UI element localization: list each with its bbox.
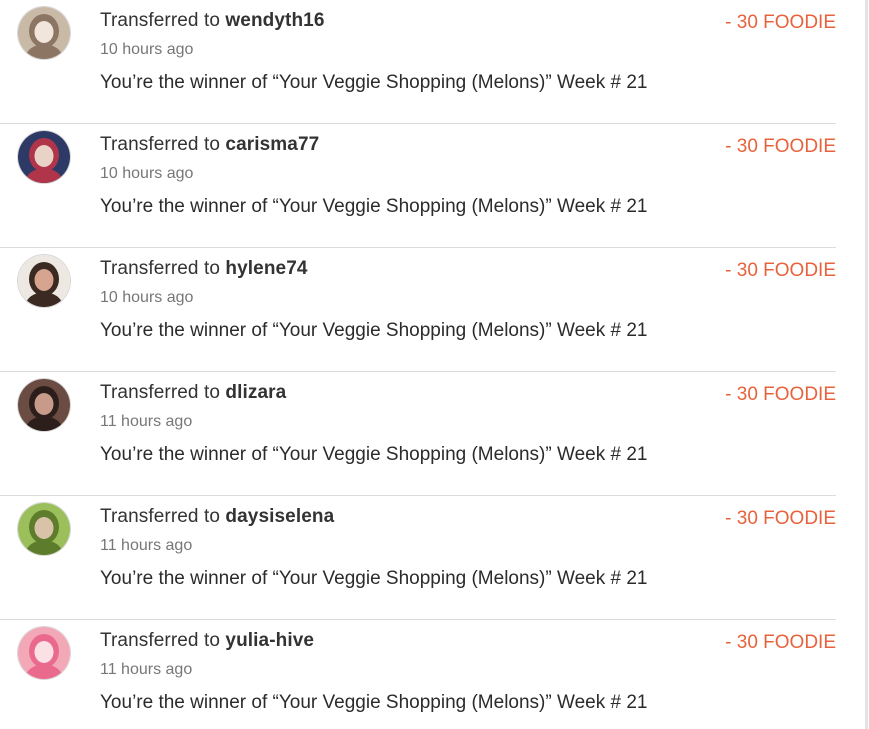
- transfer-amount: - 30 FOODIE: [725, 136, 836, 157]
- transfer-history-page: Transferred to wendyth16 10 hours ago Yo…: [0, 0, 869, 729]
- transfer-description: You’re the winner of “Your Veggie Shoppi…: [100, 444, 648, 465]
- transfer-description: You’re the winner of “Your Veggie Shoppi…: [100, 320, 648, 341]
- username-link[interactable]: hylene74: [225, 258, 307, 279]
- avatar-image: [18, 7, 70, 59]
- transfer-description: You’re the winner of “Your Veggie Shoppi…: [100, 692, 648, 713]
- transfer-title: Transferred to dlizara: [100, 382, 286, 404]
- transfer-description: You’re the winner of “Your Veggie Shoppi…: [100, 196, 648, 217]
- avatar[interactable]: [18, 379, 70, 431]
- transfer-amount: - 30 FOODIE: [725, 384, 836, 405]
- transfer-item: Transferred to dlizara 11 hours ago You’…: [0, 372, 836, 496]
- transfer-prefix: Transferred to: [100, 506, 221, 527]
- transfer-title: Transferred to daysiselena: [100, 506, 334, 528]
- transfer-prefix: Transferred to: [100, 382, 221, 403]
- transfer-prefix: Transferred to: [100, 134, 221, 155]
- transfer-amount: - 30 FOODIE: [725, 260, 836, 281]
- transfer-prefix: Transferred to: [100, 258, 221, 279]
- transfer-title: Transferred to wendyth16: [100, 10, 325, 32]
- timestamp: 11 hours ago: [100, 413, 193, 430]
- username-link[interactable]: daysiselena: [225, 506, 334, 527]
- avatar-image: [18, 627, 70, 679]
- avatar[interactable]: [18, 255, 70, 307]
- avatar[interactable]: [18, 627, 70, 679]
- transfer-prefix: Transferred to: [100, 10, 221, 31]
- avatar[interactable]: [18, 503, 70, 555]
- transfer-title: Transferred to carisma77: [100, 134, 319, 156]
- transfer-amount: - 30 FOODIE: [725, 508, 836, 529]
- avatar-image: [18, 255, 70, 307]
- avatar-image: [18, 131, 70, 183]
- transfer-prefix: Transferred to: [100, 630, 221, 651]
- transfer-amount: - 30 FOODIE: [725, 12, 836, 33]
- avatar-image: [18, 503, 70, 555]
- avatar[interactable]: [18, 131, 70, 183]
- scrollbar-track[interactable]: [865, 0, 868, 729]
- transfer-item: Transferred to yulia-hive 11 hours ago Y…: [0, 620, 836, 729]
- transfer-item: Transferred to daysiselena 11 hours ago …: [0, 496, 836, 620]
- timestamp: 11 hours ago: [100, 661, 193, 678]
- timestamp: 10 hours ago: [100, 289, 194, 306]
- avatar-image: [18, 379, 70, 431]
- username-link[interactable]: carisma77: [225, 134, 319, 155]
- transfer-item: Transferred to hylene74 10 hours ago You…: [0, 248, 836, 372]
- username-link[interactable]: yulia-hive: [225, 630, 314, 651]
- transfer-list: Transferred to wendyth16 10 hours ago Yo…: [0, 0, 836, 729]
- transfer-title: Transferred to hylene74: [100, 258, 308, 280]
- transfer-title: Transferred to yulia-hive: [100, 630, 314, 652]
- username-link[interactable]: dlizara: [225, 382, 286, 403]
- transfer-amount: - 30 FOODIE: [725, 632, 836, 653]
- transfer-item: Transferred to wendyth16 10 hours ago Yo…: [0, 0, 836, 124]
- timestamp: 10 hours ago: [100, 41, 194, 58]
- transfer-description: You’re the winner of “Your Veggie Shoppi…: [100, 72, 648, 93]
- transfer-description: You’re the winner of “Your Veggie Shoppi…: [100, 568, 648, 589]
- timestamp: 10 hours ago: [100, 165, 194, 182]
- username-link[interactable]: wendyth16: [225, 10, 324, 31]
- avatar[interactable]: [18, 7, 70, 59]
- transfer-item: Transferred to carisma77 10 hours ago Yo…: [0, 124, 836, 248]
- timestamp: 11 hours ago: [100, 537, 193, 554]
